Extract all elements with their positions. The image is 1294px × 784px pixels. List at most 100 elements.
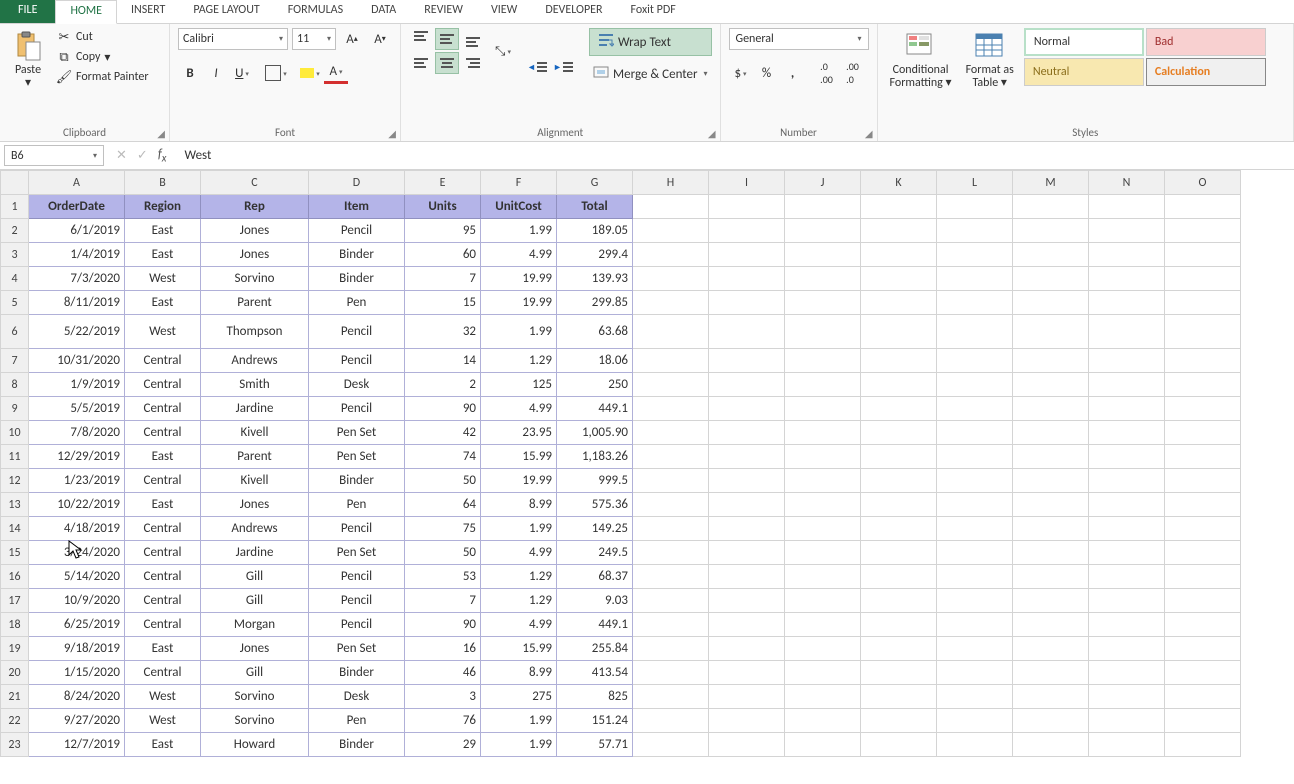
tab-home[interactable]: HOME: [55, 0, 117, 24]
underline-button[interactable]: U: [230, 62, 254, 84]
tab-file[interactable]: FILE: [0, 0, 55, 23]
cell-M17[interactable]: [1013, 589, 1089, 613]
cell-H17[interactable]: [633, 589, 709, 613]
cell-C11[interactable]: Parent: [201, 445, 309, 469]
cell-G20[interactable]: 413.54: [557, 661, 633, 685]
cell-O5[interactable]: [1165, 291, 1241, 315]
fx-icon[interactable]: fx: [158, 147, 167, 165]
cell-N9[interactable]: [1089, 397, 1165, 421]
cell-B6[interactable]: West: [125, 315, 201, 349]
cell-A21[interactable]: 8/24/2020: [29, 685, 125, 709]
cell-K14[interactable]: [861, 517, 937, 541]
cell-I20[interactable]: [709, 661, 785, 685]
cell-L10[interactable]: [937, 421, 1013, 445]
align-right-button[interactable]: [461, 52, 485, 74]
cell-G15[interactable]: 249.5: [557, 541, 633, 565]
cell-K15[interactable]: [861, 541, 937, 565]
style-calculation[interactable]: Calculation: [1146, 58, 1266, 86]
cell-D23[interactable]: Binder: [309, 733, 405, 757]
cell-C16[interactable]: Gill: [201, 565, 309, 589]
formula-input[interactable]: West: [178, 142, 1294, 169]
col-header-K[interactable]: K: [861, 171, 937, 195]
decrease-font-button[interactable]: A▾: [368, 28, 392, 50]
cell-C5[interactable]: Parent: [201, 291, 309, 315]
cell-F3[interactable]: 4.99: [481, 243, 557, 267]
cell-N8[interactable]: [1089, 373, 1165, 397]
cell-D22[interactable]: Pen: [309, 709, 405, 733]
cell-G6[interactable]: 63.68: [557, 315, 633, 349]
row-header-20[interactable]: 20: [1, 661, 29, 685]
cell-A6[interactable]: 5/22/2019: [29, 315, 125, 349]
cell-D15[interactable]: Pen Set: [309, 541, 405, 565]
cell-K8[interactable]: [861, 373, 937, 397]
cell-D10[interactable]: Pen Set: [309, 421, 405, 445]
align-left-button[interactable]: [409, 52, 433, 74]
cell-D2[interactable]: Pencil: [309, 219, 405, 243]
cell-M16[interactable]: [1013, 565, 1089, 589]
cell-I22[interactable]: [709, 709, 785, 733]
cell-H22[interactable]: [633, 709, 709, 733]
cell-N11[interactable]: [1089, 445, 1165, 469]
cell-N6[interactable]: [1089, 315, 1165, 349]
cell-A17[interactable]: 10/9/2020: [29, 589, 125, 613]
cell-A22[interactable]: 9/27/2020: [29, 709, 125, 733]
cell-C23[interactable]: Howard: [201, 733, 309, 757]
cell-K3[interactable]: [861, 243, 937, 267]
cell-A1[interactable]: OrderDate: [29, 195, 125, 219]
cell-M2[interactable]: [1013, 219, 1089, 243]
cell-E20[interactable]: 46: [405, 661, 481, 685]
cell-H8[interactable]: [633, 373, 709, 397]
cell-B2[interactable]: East: [125, 219, 201, 243]
cell-E19[interactable]: 16: [405, 637, 481, 661]
cell-B4[interactable]: West: [125, 267, 201, 291]
cell-F20[interactable]: 8.99: [481, 661, 557, 685]
cell-I23[interactable]: [709, 733, 785, 757]
row-header-15[interactable]: 15: [1, 541, 29, 565]
cell-J6[interactable]: [785, 315, 861, 349]
cell-N22[interactable]: [1089, 709, 1165, 733]
cell-B21[interactable]: West: [125, 685, 201, 709]
cell-G3[interactable]: 299.4: [557, 243, 633, 267]
cell-E12[interactable]: 50: [405, 469, 481, 493]
tab-foxit-pdf[interactable]: Foxit PDF: [617, 0, 690, 23]
cell-B13[interactable]: East: [125, 493, 201, 517]
cell-F5[interactable]: 19.99: [481, 291, 557, 315]
cell-E10[interactable]: 42: [405, 421, 481, 445]
cell-B5[interactable]: East: [125, 291, 201, 315]
cell-N7[interactable]: [1089, 349, 1165, 373]
cell-A3[interactable]: 1/4/2019: [29, 243, 125, 267]
cell-B18[interactable]: Central: [125, 613, 201, 637]
tab-review[interactable]: REVIEW: [410, 0, 477, 23]
cell-K11[interactable]: [861, 445, 937, 469]
row-header-9[interactable]: 9: [1, 397, 29, 421]
cell-K10[interactable]: [861, 421, 937, 445]
cell-D11[interactable]: Pen Set: [309, 445, 405, 469]
cell-B9[interactable]: Central: [125, 397, 201, 421]
format-as-table-button[interactable]: Format asTable ▾: [962, 28, 1018, 92]
cell-M18[interactable]: [1013, 613, 1089, 637]
fill-color-button[interactable]: [298, 62, 322, 84]
cell-L16[interactable]: [937, 565, 1013, 589]
cell-O11[interactable]: [1165, 445, 1241, 469]
cell-I11[interactable]: [709, 445, 785, 469]
col-header-A[interactable]: A: [29, 171, 125, 195]
cell-N4[interactable]: [1089, 267, 1165, 291]
cell-B17[interactable]: Central: [125, 589, 201, 613]
cell-A11[interactable]: 12/29/2019: [29, 445, 125, 469]
cell-N3[interactable]: [1089, 243, 1165, 267]
cell-G9[interactable]: 449.1: [557, 397, 633, 421]
cell-D21[interactable]: Desk: [309, 685, 405, 709]
col-header-I[interactable]: I: [709, 171, 785, 195]
merge-center-button[interactable]: Merge & Center ▾: [589, 62, 712, 86]
cell-B19[interactable]: East: [125, 637, 201, 661]
cell-M15[interactable]: [1013, 541, 1089, 565]
cell-L22[interactable]: [937, 709, 1013, 733]
row-header-1[interactable]: 1: [1, 195, 29, 219]
align-middle-button[interactable]: [435, 28, 459, 50]
row-header-16[interactable]: 16: [1, 565, 29, 589]
cell-B7[interactable]: Central: [125, 349, 201, 373]
cell-D18[interactable]: Pencil: [309, 613, 405, 637]
cell-E8[interactable]: 2: [405, 373, 481, 397]
cell-M1[interactable]: [1013, 195, 1089, 219]
row-header-4[interactable]: 4: [1, 267, 29, 291]
